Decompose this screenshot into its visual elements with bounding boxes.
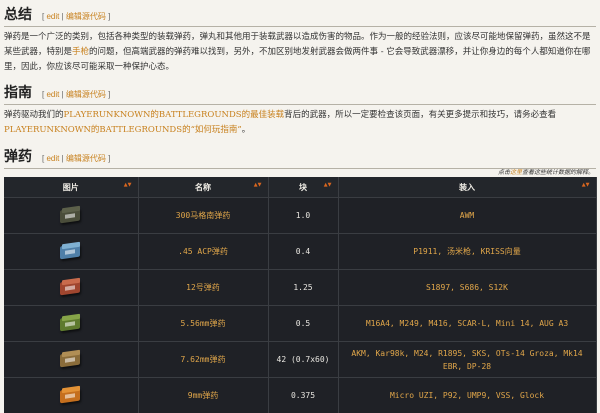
sort-icon[interactable]: ▲▼ [254,182,262,188]
ammo-name-cell[interactable]: 12号弹药 [138,270,268,306]
column-header-block[interactable]: 块▲▼ [268,177,338,198]
ammo-name-cell[interactable]: 7.62mm弹药 [138,342,268,378]
sort-icon[interactable]: ▲▼ [582,182,590,188]
guide-heading: 指南 [4,82,32,102]
ammo-fits-cell[interactable]: AWM [338,198,596,234]
sort-icon[interactable]: ▲▼ [124,182,132,188]
ammo-fits-cell[interactable]: P1911, 汤米枪, KRISS向量 [338,234,596,270]
ammo-section: 弹药 [ edit | 编辑源代码 ] [4,146,596,169]
ammo-box-300-icon[interactable] [58,205,84,225]
sort-icon[interactable]: ▲▼ [324,182,332,188]
ammo-block-cell: 0.375 [268,378,338,413]
guide-edit-code-link[interactable]: 编辑源代码 [66,90,106,99]
table-header-row: 图片▲▼ 名称▲▼ 块▲▼ 装入▲▼ [4,177,596,198]
stats-explanation-note: 点击这里查看这些统计数据的解释。 [498,167,594,176]
ammo-block-cell: 42 (0.7x60) [268,342,338,378]
guide-divider [4,104,596,105]
ammo-name-cell[interactable]: 300马格南弹药 [138,198,268,234]
pistol-link[interactable]: 手枪 [72,47,89,57]
guide-section: 指南 [ edit | 编辑源代码 ] 弹药驱动我们的PLAYERUNKNOWN… [4,82,596,138]
table-row: 300马格南弹药 1.0 AWM [4,198,596,234]
summary-edit-links: [ edit | 编辑源代码 ] [42,11,110,22]
summary-edit-link[interactable]: edit [46,12,59,21]
guide-edit-link[interactable]: edit [46,90,59,99]
ammo-block-cell: 0.5 [268,306,338,342]
ammo-box-45acp-icon[interactable] [58,241,84,261]
ammo-box-12gauge-icon[interactable] [58,277,84,297]
ammo-box-9mm-icon[interactable] [58,385,84,405]
column-header-name[interactable]: 名称▲▼ [138,177,268,198]
guide-paragraph: 弹药驱动我们的PLAYERUNKNOWN的BATTLEGROUNDS的最佳装载背… [4,108,596,138]
summary-edit-code-link[interactable]: 编辑源代码 [66,12,106,21]
ammo-heading: 弹药 [4,146,32,166]
ammo-name-cell[interactable]: 5.56mm弹药 [138,306,268,342]
ammo-fits-cell[interactable]: AKM, Kar98k, M24, R1895, SKS, OTs-14 Gro… [338,342,596,378]
ammo-name-cell[interactable]: 9mm弹药 [138,378,268,413]
ammo-edit-code-link[interactable]: 编辑源代码 [66,154,106,163]
ammo-box-762-icon[interactable] [58,349,84,369]
how-to-play-link[interactable]: PLAYERUNKNOWN的BATTLEGROUNDS的“如何玩指南” [4,125,242,135]
summary-heading: 总结 [4,4,32,24]
ammo-edit-links: [ edit | 编辑源代码 ] [42,153,110,164]
ammo-box-556-icon[interactable] [58,313,84,333]
ammo-name-cell[interactable]: .45 ACP弹药 [138,234,268,270]
ammo-fits-cell[interactable]: M16A4, M249, M416, SCAR-L, Mini 14, AUG … [338,306,596,342]
summary-divider [4,26,596,27]
ammo-image-cell [4,378,138,413]
ammo-table: 图片▲▼ 名称▲▼ 块▲▼ 装入▲▼ 300马格南弹药 1.0 AWM .45 … [4,177,597,413]
ammo-image-cell [4,342,138,378]
table-row: 7.62mm弹药 42 (0.7x60) AKM, Kar98k, M24, R… [4,342,596,378]
ammo-block-cell: 1.25 [268,270,338,306]
table-row: .45 ACP弹药 0.4 P1911, 汤米枪, KRISS向量 [4,234,596,270]
ammo-edit-link[interactable]: edit [46,154,59,163]
ammo-fits-cell[interactable]: S1897, S686, S12K [338,270,596,306]
ammo-image-cell [4,270,138,306]
table-row: 9mm弹药 0.375 Micro UZI, P92, UMP9, VSS, G… [4,378,596,413]
guide-edit-links: [ edit | 编辑源代码 ] [42,89,110,100]
summary-section: 总结 [ edit | 编辑源代码 ] 弹药是一个广泛的类别，包括各种类型的装载… [4,4,596,75]
ammo-block-cell: 0.4 [268,234,338,270]
ammo-fits-cell[interactable]: Micro UZI, P92, UMP9, VSS, Glock [338,378,596,413]
ammo-block-cell: 1.0 [268,198,338,234]
column-header-fits[interactable]: 装入▲▼ [338,177,596,198]
column-header-image[interactable]: 图片▲▼ [4,177,138,198]
best-loadout-link[interactable]: PLAYERUNKNOWN的BATTLEGROUNDS的最佳装载 [64,110,285,120]
table-row: 5.56mm弹药 0.5 M16A4, M249, M416, SCAR-L, … [4,306,596,342]
ammo-table-body: 300马格南弹药 1.0 AWM .45 ACP弹药 0.4 P1911, 汤米… [4,198,596,413]
stats-explanation-link[interactable]: 这里 [510,169,522,176]
ammo-image-cell [4,198,138,234]
ammo-image-cell [4,306,138,342]
summary-paragraph: 弹药是一个广泛的类别，包括各种类型的装载弹药，弹丸和其他用于装载武器以造成伤害的… [4,30,596,75]
ammo-image-cell [4,234,138,270]
table-row: 12号弹药 1.25 S1897, S686, S12K [4,270,596,306]
